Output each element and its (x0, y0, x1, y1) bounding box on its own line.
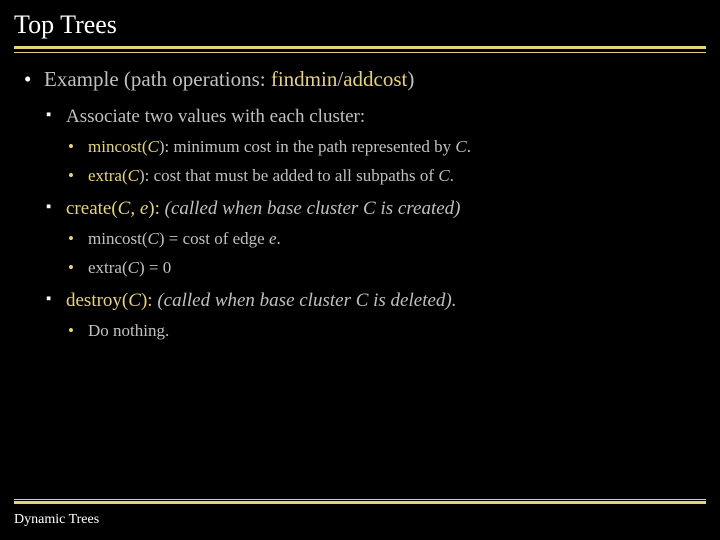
cs2b: C (128, 258, 139, 277)
extra-def: extra(C): cost that must be added to all… (66, 165, 706, 188)
close-paren: ) (407, 67, 414, 91)
create-desc: (called when base cluster C is created) (160, 198, 461, 219)
title-rule-thick (14, 46, 706, 49)
cs2a: extra( (88, 258, 128, 277)
footer-rule-thin (14, 499, 706, 500)
cs1b: C (148, 229, 159, 248)
destroy-var: C (128, 290, 141, 311)
bullet-lvl2: Associate two values with each cluster: … (44, 106, 706, 343)
example-prefix: Example (path operations: (44, 67, 271, 91)
destroy-desc: (called when base cluster C is deleted). (153, 290, 457, 311)
assoc-text: Associate two values with each cluster: (66, 106, 365, 127)
cs2c: ) = 0 (139, 258, 171, 277)
cs1d: e (269, 229, 277, 248)
cs1e: . (277, 229, 281, 248)
create-sub1: mincost(C) = cost of edge e. (66, 228, 706, 251)
mincost-label: mincost( (88, 137, 148, 156)
example-item: Example (path operations: findmin/addcos… (22, 67, 706, 343)
slide: Top Trees Example (path operations: find… (0, 0, 720, 540)
create-close: ): (148, 198, 160, 219)
destroy-label: destroy( (66, 290, 128, 311)
addcost-text: addcost (343, 67, 407, 91)
content-area: Example (path operations: findmin/addcos… (14, 67, 706, 343)
create-sub2: extra(C) = 0 (66, 257, 706, 280)
assoc-item: Associate two values with each cluster: … (44, 106, 706, 188)
extra-dot: . (450, 166, 454, 185)
mincost-desc: ): minimum cost in the path represented … (159, 137, 456, 156)
extra-var: C (128, 166, 139, 185)
title-rule-thin (14, 52, 706, 53)
create-item: create(C, e): (called when base cluster … (44, 198, 706, 280)
extra-desc: ): cost that must be added to all subpat… (139, 166, 438, 185)
findmin-text: findmin (271, 67, 338, 91)
footer-rule-thick (14, 501, 706, 504)
bullet-lvl3-a: mincost(C): minimum cost in the path rep… (66, 136, 706, 188)
mincost-dot: . (467, 137, 471, 156)
slide-title: Top Trees (14, 10, 706, 46)
destroy-sub: Do nothing. (66, 320, 706, 343)
extra-var2: C (438, 166, 449, 185)
mincost-var: C (148, 137, 159, 156)
create-label: create( (66, 198, 118, 219)
bullet-lvl3-b: mincost(C) = cost of edge e. extra(C) = … (66, 228, 706, 280)
mincost-var2: C (455, 137, 466, 156)
create-vars: C, e (118, 198, 149, 219)
destroy-sub-text: Do nothing. (88, 321, 169, 340)
bullet-lvl3-c: Do nothing. (66, 320, 706, 343)
cs1c: ) = cost of edge (159, 229, 269, 248)
extra-label: extra( (88, 166, 128, 185)
destroy-item: destroy(C): (called when base cluster C … (44, 290, 706, 343)
bullet-lvl1: Example (path operations: findmin/addcos… (22, 67, 706, 343)
cs1a: mincost( (88, 229, 148, 248)
mincost-def: mincost(C): minimum cost in the path rep… (66, 136, 706, 159)
destroy-close: ): (141, 290, 153, 311)
footer-text: Dynamic Trees (14, 512, 99, 528)
